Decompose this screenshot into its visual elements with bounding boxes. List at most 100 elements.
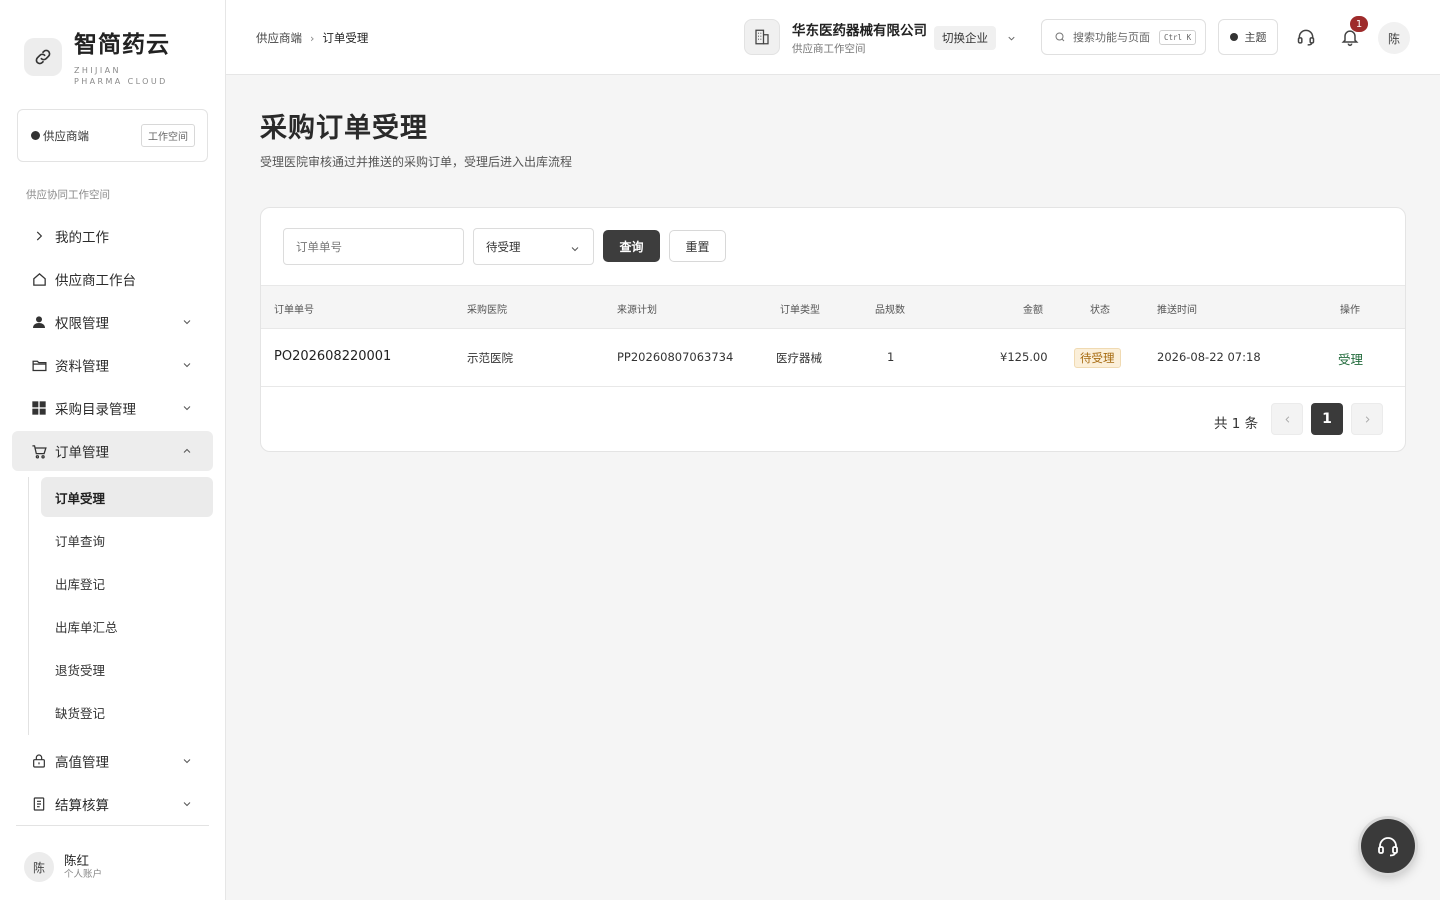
chevron-down-icon (181, 798, 193, 810)
user-profile[interactable]: 陈 陈红 个人账户 (24, 852, 102, 882)
sidebar-item-label: 订单管理 (55, 445, 109, 461)
query-button[interactable]: 查询 (603, 230, 660, 262)
chevron-down-icon (181, 755, 193, 767)
grid-icon (30, 399, 48, 417)
column-header-plan: 来源计划 (617, 305, 657, 316)
status-select[interactable]: 待受理 (473, 228, 594, 265)
cell-amount: ¥125.00 (1000, 350, 1048, 364)
column-header-status: 状态 (1090, 305, 1110, 316)
sidebar-subitem-outbound-summary[interactable]: 出库单汇总 (41, 606, 213, 646)
sidebar-item-label: 供应商工作台 (55, 273, 136, 289)
sidebar-item-catalog[interactable]: 采购目录管理 (12, 388, 213, 428)
cell-sku-count: 1 (887, 350, 895, 364)
lock-icon (30, 752, 48, 770)
cell-type: 医疗器械 (776, 351, 822, 365)
sidebar-item-supplier-dashboard[interactable]: 供应商工作台 (12, 259, 213, 299)
theme-label: 主题 (1244, 31, 1267, 44)
switch-organization-button[interactable]: 切换企业 (934, 26, 996, 50)
sidebar-item-label: 结算核算 (55, 798, 109, 814)
brand-name: 智简药云 (74, 32, 170, 58)
sidebar-item-label: 资料管理 (55, 359, 109, 375)
workspace-name: 供应商端 (43, 128, 89, 143)
pagination-total: 共 1 条 (1214, 416, 1259, 432)
order-number-input[interactable]: 订单单号 (283, 228, 464, 265)
sidebar-item-my-work[interactable]: 我的工作 (12, 216, 213, 256)
workspace-tag: 工作空间 (141, 124, 195, 147)
customer-service-button[interactable] (1361, 819, 1415, 873)
user-role: 个人账户 (64, 869, 103, 880)
chevron-left-icon (1282, 414, 1293, 425)
sidebar-subitem-outbound-register[interactable]: 出库登记 (41, 563, 213, 603)
search-shortcut: Ctrl K (1159, 29, 1197, 45)
headset-icon[interactable] (1296, 27, 1316, 47)
sidebar-item-label: 高值管理 (55, 755, 109, 771)
sidebar-subitem-shortage-register[interactable]: 缺货登记 (41, 692, 213, 732)
headset-icon (1376, 834, 1400, 858)
reset-button[interactable]: 重置 (669, 230, 726, 262)
sidebar: 智简药云 ZHIJIAN PHARMA CLOUD 供应商端 工作空间 供应协同… (0, 0, 226, 900)
sidebar-item-label: 权限管理 (55, 316, 109, 332)
column-header-hospital: 采购医院 (467, 305, 507, 316)
brand[interactable]: 智简药云 ZHIJIAN PHARMA CLOUD (24, 30, 174, 87)
theme-toggle-button[interactable]: 主题 (1218, 19, 1278, 55)
home-icon (30, 270, 48, 288)
chevron-down-icon (181, 316, 193, 328)
orders-card: 订单单号 待受理 查询 重置 订单单号 采购医院 来源计划 订单类型 品规数 金… (260, 207, 1406, 452)
avatar[interactable]: 陈 (1378, 22, 1410, 54)
top-header: 供应商端 › 订单受理 华东医药器械有限公司 供应商工作空间 切换企业 搜索功能… (226, 0, 1440, 75)
cell-hospital: 示范医院 (467, 351, 513, 365)
column-header-type: 订单类型 (780, 305, 820, 316)
accept-order-link[interactable]: 受理 (1338, 349, 1363, 368)
column-header-sku-count: 品规数 (875, 305, 905, 316)
workspace-dot-icon (31, 131, 40, 140)
chevron-down-icon (181, 402, 193, 414)
building-icon (744, 19, 780, 55)
user-icon (30, 313, 48, 331)
column-header-action: 操作 (1340, 305, 1360, 316)
document-icon (30, 795, 48, 813)
chevron-down-icon[interactable] (1006, 33, 1017, 44)
breadcrumb-item[interactable]: 供应商端 (256, 30, 302, 46)
sidebar-item-orders[interactable]: 订单管理 (12, 431, 213, 471)
sidebar-section-label: 供应协同工作空间 (26, 189, 110, 201)
search-placeholder: 搜索功能与页面 (1073, 31, 1150, 44)
avatar: 陈 (24, 852, 54, 882)
link-icon (24, 38, 62, 76)
chevron-down-icon (569, 243, 581, 255)
theme-dot-icon (1229, 33, 1238, 41)
pagination-next-button[interactable] (1351, 403, 1383, 435)
sidebar-item-high-value[interactable]: 高值管理 (12, 741, 213, 781)
sidebar-subitem-order-query[interactable]: 订单查询 (41, 520, 213, 560)
column-header-amount: 金额 (1023, 305, 1043, 316)
sidebar-item-permissions[interactable]: 权限管理 (12, 302, 213, 342)
cart-icon (30, 442, 48, 460)
sidebar-item-label: 我的工作 (55, 230, 109, 246)
page-title: 采购订单受理 (260, 113, 428, 144)
column-header-order-no: 订单单号 (274, 305, 314, 316)
submenu-guide-line (28, 477, 29, 735)
sidebar-subitem-order-acceptance[interactable]: 订单受理 (41, 477, 213, 517)
chevron-right-icon (1362, 414, 1373, 425)
sidebar-divider (16, 825, 209, 826)
search-input[interactable]: 搜索功能与页面 Ctrl K (1041, 19, 1206, 55)
status-select-value: 待受理 (486, 239, 521, 254)
folder-icon (30, 356, 48, 374)
cell-push-time: 2026-08-22 07:18 (1157, 350, 1261, 364)
status-badge: 待受理 (1074, 348, 1121, 368)
pagination-prev-button[interactable] (1271, 403, 1303, 435)
brand-subtitle: ZHIJIAN PHARMA CLOUD (74, 66, 168, 86)
organization-name: 华东医药器械有限公司 (792, 23, 927, 39)
search-icon (1054, 31, 1066, 43)
pagination-page-button[interactable]: 1 (1311, 403, 1343, 435)
breadcrumb: 供应商端 › 订单受理 (256, 30, 368, 46)
user-name: 陈红 (64, 853, 90, 868)
table-row: PO202608220001 示范医院 PP20260807063734 医疗器… (261, 329, 1405, 387)
sidebar-item-settlement[interactable]: 结算核算 (12, 784, 213, 824)
sidebar-subitem-return-acceptance[interactable]: 退货受理 (41, 649, 213, 689)
workspace-selector[interactable]: 供应商端 工作空间 (17, 109, 208, 162)
chevron-down-icon (181, 359, 193, 371)
sidebar-item-label: 采购目录管理 (55, 402, 136, 418)
organization-subtitle: 供应商工作空间 (792, 43, 866, 55)
sidebar-item-documents[interactable]: 资料管理 (12, 345, 213, 385)
chevron-right-icon (30, 227, 48, 245)
